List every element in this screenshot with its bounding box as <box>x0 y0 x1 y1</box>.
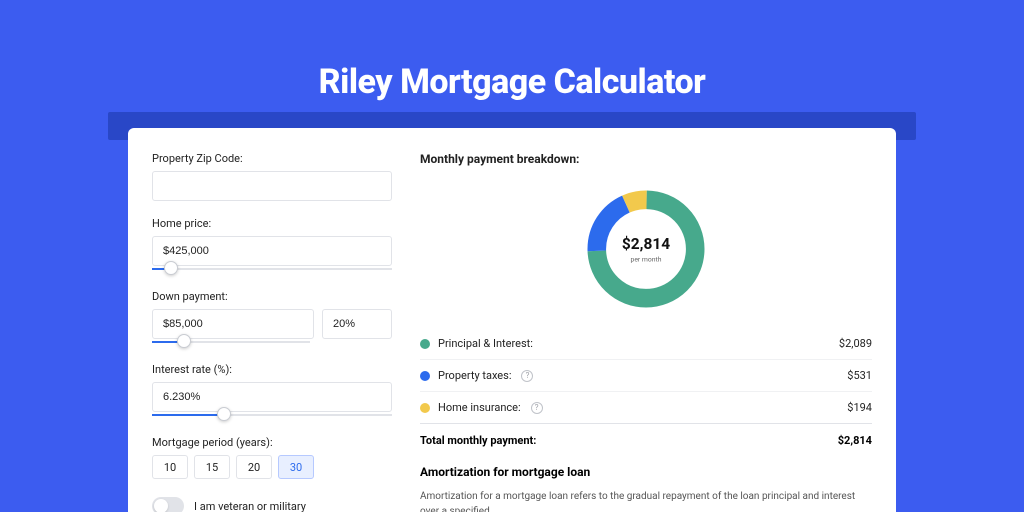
period-option-30[interactable]: 30 <box>278 455 314 479</box>
breakdown-value: $2,089 <box>839 337 872 350</box>
price-label: Home price: <box>152 217 392 230</box>
price-input[interactable] <box>152 236 392 266</box>
legend-dot <box>420 371 430 381</box>
breakdown-row: Property taxes:? $531 <box>420 360 872 392</box>
info-icon[interactable]: ? <box>531 402 543 414</box>
rate-label: Interest rate (%): <box>152 363 392 376</box>
price-slider[interactable] <box>152 264 392 274</box>
results-panel: Monthly payment breakdown: $2,814 per mo… <box>420 152 872 488</box>
calculator-card: Property Zip Code: Home price: Down paym… <box>128 128 896 512</box>
rate-input[interactable] <box>152 382 392 412</box>
breakdown-list: Principal & Interest: $2,089 Property taxe… <box>420 328 872 424</box>
period-option-15[interactable]: 15 <box>194 455 230 479</box>
breakdown-value: $194 <box>847 401 872 414</box>
rate-slider[interactable] <box>152 410 392 420</box>
breakdown-label: Home insurance: <box>438 401 521 414</box>
toggle-knob <box>154 499 168 512</box>
donut-center-amount: $2,814 <box>622 235 670 253</box>
info-icon[interactable]: ? <box>521 370 533 382</box>
veteran-label: I am veteran or military <box>194 500 306 512</box>
down-group: Down payment: <box>152 290 392 347</box>
down-slider[interactable] <box>152 337 310 347</box>
down-amount-input[interactable] <box>152 309 314 339</box>
veteran-row: I am veteran or military <box>152 497 392 512</box>
legend-dot <box>420 403 430 413</box>
amort-text: Amortization for a mortgage loan refers … <box>420 489 872 512</box>
period-label: Mortgage period (years): <box>152 436 392 449</box>
page-title: Riley Mortgage Calculator <box>0 0 1024 102</box>
total-row: Total monthly payment: $2,814 <box>420 424 872 465</box>
period-option-20[interactable]: 20 <box>236 455 272 479</box>
total-value: $2,814 <box>838 434 872 447</box>
zip-label: Property Zip Code: <box>152 152 392 165</box>
breakdown-row: Home insurance:? $194 <box>420 392 872 424</box>
legend-dot <box>420 339 430 349</box>
zip-input[interactable] <box>152 171 392 201</box>
price-group: Home price: <box>152 217 392 274</box>
veteran-toggle[interactable] <box>152 497 184 512</box>
down-percent-input[interactable] <box>322 309 392 339</box>
donut-center-sub: per month <box>631 255 662 263</box>
input-panel: Property Zip Code: Home price: Down paym… <box>152 152 392 488</box>
donut-chart-wrap: $2,814 per month <box>420 178 872 328</box>
donut-chart: $2,814 per month <box>581 184 711 314</box>
period-option-10[interactable]: 10 <box>152 455 188 479</box>
zip-group: Property Zip Code: <box>152 152 392 201</box>
breakdown-title: Monthly payment breakdown: <box>420 152 872 166</box>
amort-title: Amortization for mortgage loan <box>420 465 872 479</box>
breakdown-label: Property taxes: <box>438 369 511 382</box>
period-options: 10152030 <box>152 455 392 479</box>
rate-group: Interest rate (%): <box>152 363 392 420</box>
breakdown-label: Principal & Interest: <box>438 337 533 350</box>
breakdown-value: $531 <box>847 369 872 382</box>
breakdown-row: Principal & Interest: $2,089 <box>420 328 872 360</box>
total-label: Total monthly payment: <box>420 434 536 447</box>
down-label: Down payment: <box>152 290 392 303</box>
period-group: Mortgage period (years): 10152030 <box>152 436 392 479</box>
